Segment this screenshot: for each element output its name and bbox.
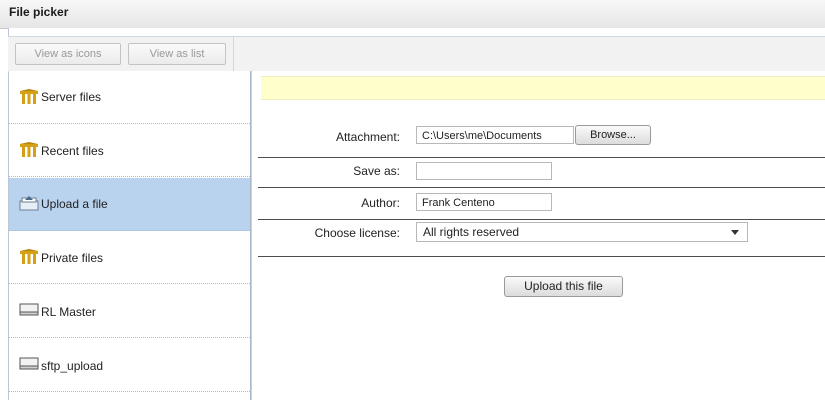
sidebar-item-label: Server files	[41, 90, 102, 104]
chevron-down-icon	[731, 230, 739, 235]
license-selected-value: All rights reserved	[423, 225, 520, 239]
sidebar-item-server-files[interactable]: Server files	[9, 71, 250, 124]
license-label: Choose license:	[314, 226, 400, 240]
notice-bar	[261, 76, 825, 100]
sidebar-item-recent-files[interactable]: Recent files	[9, 124, 250, 177]
save-as-label: Save as:	[353, 164, 400, 178]
upload-icon	[19, 196, 39, 211]
sidebar-item-rl-master[interactable]: RL Master	[9, 285, 250, 338]
sidebar-item-private-files[interactable]: Private files	[9, 231, 250, 284]
author-row: Author: Frank Centeno	[258, 187, 825, 214]
repository-icon	[20, 89, 38, 104]
sidebar-item-sftp-upload[interactable]: sftp_upload	[9, 339, 250, 392]
repository-sidebar: Server files Recent files Upload a file	[9, 71, 251, 400]
save-as-input[interactable]	[416, 162, 552, 180]
toolbar: View as icons View as list	[8, 36, 825, 72]
author-label: Author:	[361, 196, 400, 210]
browse-button[interactable]: Browse...	[575, 125, 651, 145]
sidebar-item-upload-a-file[interactable]: Upload a file	[9, 178, 250, 231]
sidebar-item-label: sftp_upload	[41, 359, 104, 373]
toolbar-divider	[233, 37, 234, 71]
sidebar-item-label: Recent files	[41, 144, 104, 158]
repository-icon	[20, 142, 38, 157]
drive-icon	[19, 303, 39, 316]
view-as-list-button[interactable]: View as list	[128, 43, 226, 65]
sidebar-item-label: RL Master	[41, 305, 96, 319]
attachment-label: Attachment:	[335, 130, 400, 144]
license-row: Choose license: All rights reserved	[258, 219, 825, 246]
sidebar-item-label: Upload a file	[41, 197, 108, 211]
upload-file-button[interactable]: Upload this file	[504, 276, 623, 297]
author-input[interactable]: Frank Centeno	[416, 193, 552, 211]
sidebar-item-label: Private files	[41, 251, 104, 265]
title-bar: File picker	[0, 0, 825, 29]
attachment-field[interactable]: C:\Users\me\Documents	[416, 126, 574, 144]
license-select[interactable]: All rights reserved	[416, 222, 748, 242]
repository-icon	[20, 249, 38, 264]
drive-icon	[19, 357, 39, 370]
window-title: File picker	[9, 5, 69, 19]
attachment-row: Attachment: C:\Users\me\Documents Browse…	[258, 124, 825, 150]
view-as-icons-button[interactable]: View as icons	[15, 43, 121, 65]
save-as-row: Save as:	[258, 157, 825, 184]
form-divider	[258, 256, 825, 257]
